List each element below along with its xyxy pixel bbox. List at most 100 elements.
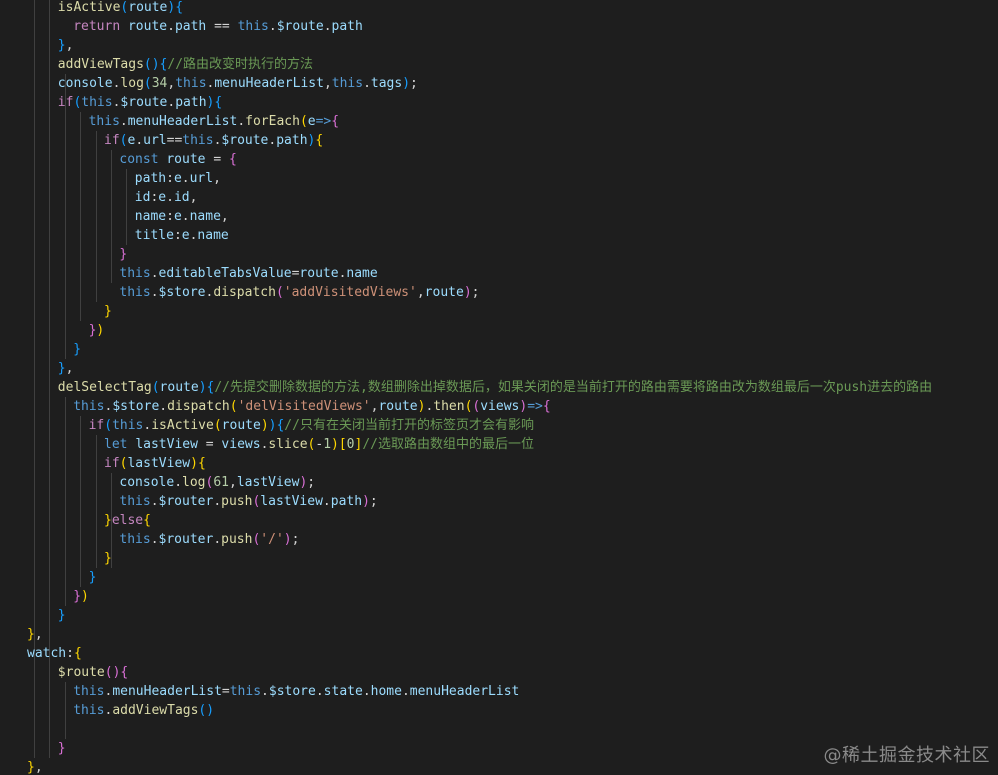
code-token: . [261,684,269,699]
code-token: $store [112,399,160,414]
code-line[interactable]: title:e.name [135,226,229,245]
code-line[interactable]: this.$router.push(lastView.path); [119,492,377,511]
code-line[interactable]: return route.path == this.$route.path [73,17,363,36]
code-line[interactable]: console.log(34,this.menuHeaderList,this.… [58,74,418,93]
code-token: '/' [260,532,284,547]
code-token: lastView [260,494,323,509]
code-line[interactable]: const route = { [119,150,236,169]
code-token: watch [27,646,67,661]
code-line[interactable]: }) [89,321,105,340]
code-line[interactable]: delSelectTag(route){//先提交删除数据的方法,数组删除出掉数… [58,378,932,397]
code-token: name [197,228,229,243]
code-line[interactable]: let lastView = views.slice(-1)[0]//选取路由数… [104,435,534,454]
code-token: path [276,133,308,148]
code-token: . [401,684,410,699]
code-line[interactable]: }, [27,758,43,775]
code-token: route [128,0,168,15]
code-line[interactable]: name:e.name, [135,207,229,226]
code-token: let [104,437,136,452]
code-line[interactable]: this.$store.dispatch('delVisitedViews',r… [73,397,551,416]
code-line[interactable]: if(this.$route.path){ [58,93,222,112]
code-token: delSelectTag [57,380,152,395]
code-token: addViewTags [57,57,144,72]
code-token: , [65,361,74,376]
code-token: this [331,76,364,91]
code-token: $route [221,133,269,148]
code-line[interactable]: } [58,739,66,758]
code-token: isActive [151,418,214,433]
code-editor[interactable]: isActive(route){return route.path == thi… [0,0,998,775]
code-token: , [416,285,425,300]
code-line[interactable]: isActive(route){ [58,0,183,17]
code-token: log [120,76,144,91]
code-token: else [111,513,144,528]
code-token: , [220,209,229,224]
code-line[interactable]: if(lastView){ [104,454,206,473]
code-line[interactable]: } [104,302,112,321]
code-line[interactable]: this.menuHeaderList.forEach(e=>{ [89,112,339,131]
code-line[interactable]: addViewTags(){//路由改变时执行的方法 [58,55,313,74]
code-token: . [174,475,183,490]
code-token: . [150,266,159,281]
code-token: ) [81,589,89,604]
code-token: path [331,19,363,34]
code-line[interactable]: }, [27,625,43,644]
code-token: } [57,741,66,756]
code-token: this [237,19,269,34]
code-line[interactable]: if(this.isActive(route)){//只有在关闭当前打开的标签页… [89,416,534,435]
code-token: . [167,19,175,34]
code-token: console [57,76,113,91]
code-token: } [27,627,35,642]
code-token: path [134,171,167,186]
code-token: 'delVisitedViews' [237,399,371,414]
code-token: ) [96,323,105,338]
code-token: ) [260,418,269,433]
code-line[interactable]: }else{ [104,511,151,530]
code-line[interactable]: console.log(61,lastView); [119,473,315,492]
code-token: ) [331,437,339,452]
code-line[interactable]: this.$router.push('/'); [119,530,299,549]
code-token: console [119,475,175,490]
code-token: $store [268,684,316,699]
code-line[interactable]: }) [73,587,89,606]
code-token: { [315,133,324,148]
code-line[interactable]: this.$store.dispatch('addVisitedViews',r… [119,283,479,302]
code-token: } [57,38,66,53]
code-line[interactable]: if(e.url==this.$route.path){ [104,131,323,150]
code-line[interactable]: } [58,606,66,625]
code-token: . [213,532,222,547]
code-token: $router [158,494,214,509]
code-token: 'addVisitedViews' [283,285,417,300]
code-token: e [173,209,182,224]
code-line[interactable]: this.editableTabsValue=route.name [119,264,377,283]
code-token: //选取路由数组中的最后一位 [362,437,534,452]
code-token: ; [307,475,316,490]
code-token: ) [283,532,292,547]
code-line[interactable]: watch:{ [27,644,82,663]
code-line[interactable]: }, [58,36,74,55]
code-token: const [119,152,167,167]
code-line[interactable]: } [73,340,81,359]
code-token: this [229,684,262,699]
code-token: this [73,684,105,699]
code-line[interactable]: }, [58,359,74,378]
code-token: . [135,133,144,148]
code-token: , [189,190,198,205]
code-line[interactable]: } [104,549,112,568]
code-token: } [119,247,128,262]
indent-guide [64,397,66,606]
code-token: menuHeaderList [112,684,222,699]
code-token: . [268,19,277,34]
code-line[interactable]: path:e.url, [135,169,221,188]
code-token: { [175,0,184,15]
code-line[interactable]: id:e.id, [135,188,198,207]
code-line[interactable]: } [89,568,97,587]
code-line[interactable]: this.addViewTags() [73,701,214,720]
code-token: path [174,19,207,34]
code-token: e [173,171,182,186]
code-token: //先提交删除数据的方法,数组删除出掉数据后，如果关闭的是当前打开的路由需要将路… [214,380,933,395]
code-line[interactable]: $route(){ [58,663,128,682]
code-line[interactable]: this.menuHeaderList=this.$store.state.ho… [73,682,519,701]
code-token: menuHeaderList [127,114,238,129]
code-line[interactable]: } [119,245,127,264]
